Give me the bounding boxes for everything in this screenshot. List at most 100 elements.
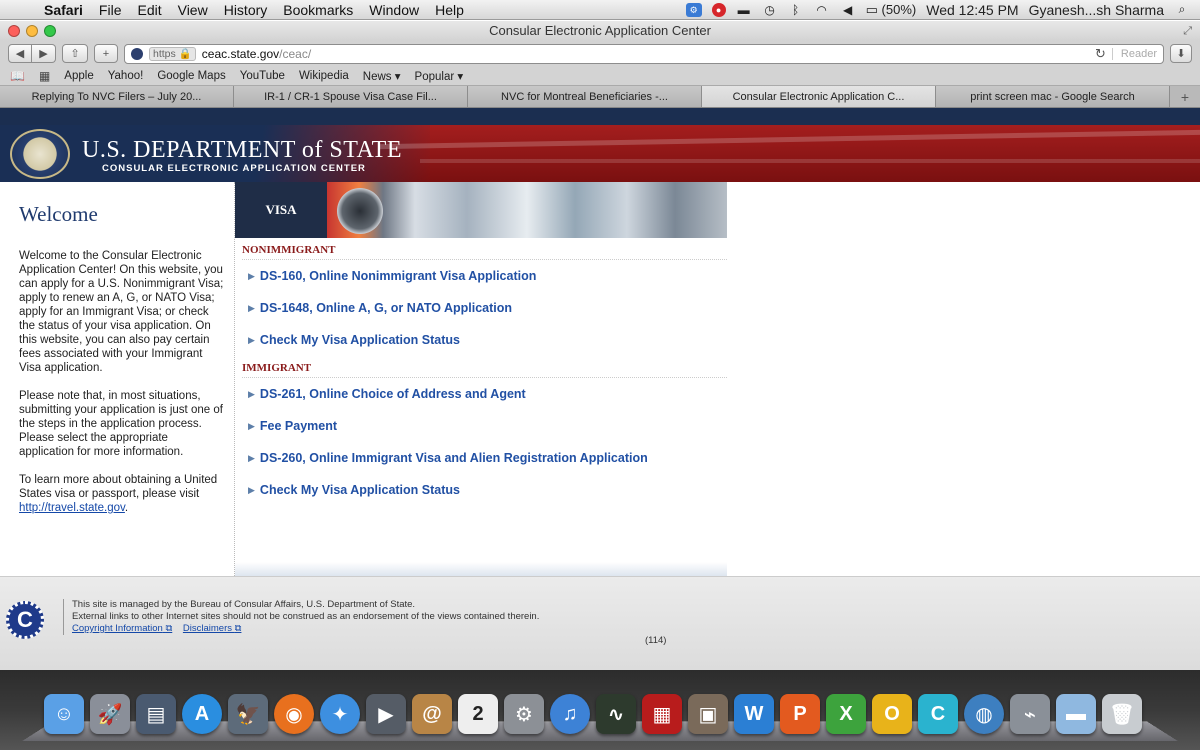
menu-edit[interactable]: Edit [129,2,169,18]
dock-icons: ☺ 🚀 ▤ A 🦅 ◉ ✦ ▶ @2 ⚙ ♫ ∿ ▦ ▣ W P X O C ◍ ⌁ ▬ 🗑 [44,694,1142,734]
link-fee-payment[interactable]: ▶ Fee Payment [235,410,727,442]
browser-toolbar: ◀ ▶ ⇧ + https 🔒 ceac.state.gov/ceac/ ↻ R… [0,41,1200,66]
disclaimers-link[interactable]: Disclaimers ⧉ [183,623,242,634]
word-icon[interactable]: W [734,694,774,734]
tab-nvc-montreal[interactable]: NVC for Montreal Beneficiaries -... [468,86,702,107]
bookmark-news[interactable]: News ▾ [363,69,401,83]
link-check-status-immigrant[interactable]: ▶ Check My Visa Application Status [235,474,727,506]
link-label[interactable]: Fee Payment [260,419,337,433]
arrow-right-icon: ▶ [248,388,255,399]
display-icon[interactable]: ▬ [736,3,752,17]
bookmark-popular[interactable]: Popular ▾ [415,69,464,83]
volume-icon[interactable]: ◀ [840,3,856,17]
finder-icon[interactable]: ☺ [44,694,84,734]
powerpoint-icon[interactable]: P [780,694,820,734]
top-sites-icon[interactable]: ▦ [39,69,50,83]
recording-icon[interactable]: ● [711,2,726,17]
app-tray-icon[interactable]: ⚙ [685,2,702,17]
menu-help[interactable]: Help [427,2,472,18]
bluetooth-icon[interactable]: ᛒ [788,3,804,17]
close-window-icon[interactable] [8,25,20,37]
link-label[interactable]: DS-1648, Online A, G, or NATO Applicatio… [260,301,512,315]
menu-history[interactable]: History [216,2,276,18]
back-button[interactable]: ◀ [8,44,32,63]
bookmark-wikipedia[interactable]: Wikipedia [299,70,349,82]
menu-window[interactable]: Window [361,2,427,18]
address-bar[interactable]: https 🔒 ceac.state.gov/ceac/ ↻ Reader [124,43,1164,64]
menu-safari[interactable]: Safari [36,2,91,18]
reload-icon[interactable]: ↻ [1095,46,1106,62]
external-link-icon: ⧉ [234,623,242,634]
safari-icon[interactable]: ✦ [320,694,360,734]
network-icon[interactable]: ◍ [964,694,1004,734]
iphoto-icon[interactable]: ▣ [688,694,728,734]
learn-more-suffix: . [124,502,129,514]
bookmark-google-maps[interactable]: Google Maps [157,70,225,82]
excel-icon[interactable]: X [826,694,866,734]
link-label[interactable]: DS-261, Online Choice of Address and Age… [260,387,526,401]
satellite-icon[interactable]: ⌁ [1010,694,1050,734]
bookmark-youtube[interactable]: YouTube [240,70,285,82]
link-ds261[interactable]: ▶ DS-261, Online Choice of Address and Ag… [235,378,727,410]
calendar-icon[interactable]: 2 [458,694,498,734]
department-seal-icon[interactable] [10,129,70,179]
facetime-icon[interactable]: ▶ [366,694,406,734]
forward-button[interactable]: ▶ [32,44,56,63]
new-tab-button[interactable]: + [1170,86,1200,107]
consular-logo-icon[interactable]: C [6,601,44,639]
tab-google-search[interactable]: print screen mac - Google Search [936,86,1170,107]
menu-extras: ⚙ ● ▬ ◷ ᛒ ◠ ◀ ▭ (50%) Wed 12:45 PM Gyane… [685,2,1200,18]
battery-icon[interactable]: ▭ (50%) [866,2,917,18]
reading-list-icon[interactable]: 📖 [10,69,25,83]
address-book-icon[interactable]: @ [412,694,452,734]
link-ds160[interactable]: ▶ DS-160, Online Nonimmigrant Visa Applic… [235,260,727,292]
link-label[interactable]: DS-260, Online Immigrant Visa and Alien … [260,451,648,465]
link-check-status-nonimmigrant[interactable]: ▶ Check My Visa Application Status [235,324,727,356]
outlook-icon[interactable]: O [872,694,912,734]
itunes-icon[interactable]: ♫ [550,694,590,734]
agency-name[interactable]: U.S. DEPARTMENT of STATE [82,137,402,164]
link-label[interactable]: Check My Visa Application Status [260,483,460,497]
app-store-icon[interactable]: A [182,694,222,734]
activity-monitor-icon[interactable]: ∿ [596,694,636,734]
copyright-link[interactable]: Copyright Information ⧉ [72,623,172,634]
clock[interactable]: Wed 12:45 PM [926,2,1018,18]
immigrant-heading: IMMIGRANT [242,362,727,378]
wifi-icon[interactable]: ◠ [814,3,830,17]
bookmark-apple[interactable]: Apple [64,70,93,82]
menu-view[interactable]: View [170,2,216,18]
note-text: Please note that, in most situations, su… [19,390,223,458]
link-label[interactable]: DS-160, Online Nonimmigrant Visa Applica… [260,269,536,283]
system-preferences-icon[interactable]: ⚙ [504,694,544,734]
folder-icon[interactable]: ▬ [1056,694,1096,734]
tab-ceac-active[interactable]: Consular Electronic Application C... [702,86,936,107]
communicator-icon[interactable]: C [918,694,958,734]
link-label[interactable]: Check My Visa Application Status [260,333,460,347]
time-machine-icon[interactable]: ◷ [762,3,778,17]
menu-file[interactable]: File [91,2,130,18]
url-text[interactable]: ceac.state.gov/ceac/ [202,47,311,61]
downloads-button[interactable]: ⬇ [1170,44,1192,63]
menu-bookmarks[interactable]: Bookmarks [275,2,361,18]
bookmark-yahoo[interactable]: Yahoo! [108,70,144,82]
mission-control-icon[interactable]: ▤ [136,694,176,734]
user-name[interactable]: Gyanesh...sh Sharma [1029,2,1164,18]
reader-button[interactable]: Reader [1111,47,1157,60]
minimize-window-icon[interactable] [26,25,38,37]
launchpad-icon[interactable]: 🚀 [90,694,130,734]
photo-booth-icon[interactable]: ▦ [642,694,682,734]
arrow-right-icon: ▶ [248,420,255,431]
link-ds1648[interactable]: ▶ DS-1648, Online A, G, or NATO Applicati… [235,292,727,324]
tab-spouse-visa[interactable]: IR-1 / CR-1 Spouse Visa Case Fil... [234,86,468,107]
link-ds260[interactable]: ▶ DS-260, Online Immigrant Visa and Alien… [235,442,727,474]
firefox-icon[interactable]: ◉ [274,694,314,734]
trash-icon[interactable]: 🗑 [1102,694,1142,734]
tab-nvc-filers[interactable]: Replying To NVC Filers – July 20... [0,86,234,107]
travel-state-link[interactable]: http://travel.state.gov [19,502,125,514]
zoom-window-icon[interactable] [44,25,56,37]
spotlight-search-icon[interactable]: ⌕ [1174,2,1190,17]
preview-icon[interactable]: 🦅 [228,694,268,734]
add-bookmark-button[interactable]: + [94,44,118,63]
share-button[interactable]: ⇧ [62,44,88,63]
fullscreen-icon[interactable]: ⤢ [1183,21,1192,41]
